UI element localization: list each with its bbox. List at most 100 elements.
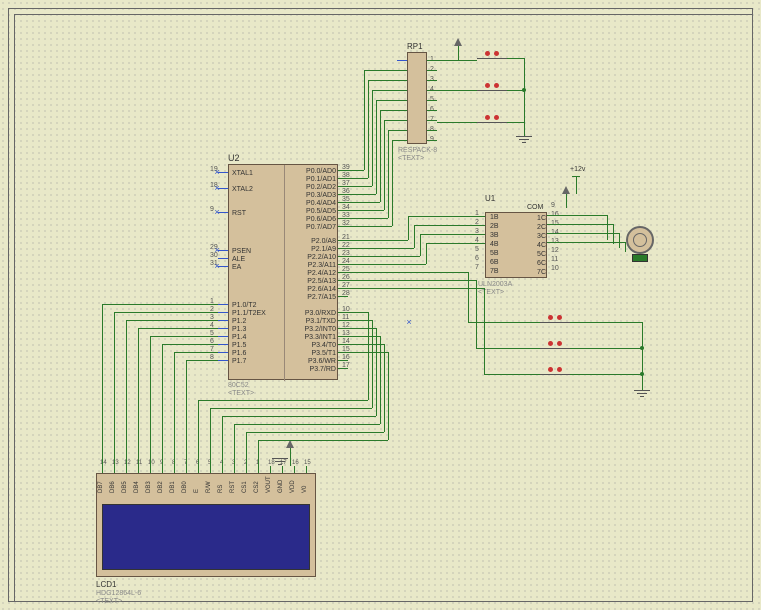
cross-rst: × (213, 208, 221, 216)
p1-v-4 (150, 336, 151, 466)
p0-h2-5 (384, 120, 407, 121)
rp1-stub-5 (427, 110, 437, 111)
gnd-top (516, 136, 532, 146)
u2-lpin-stub-10 (218, 336, 228, 337)
p3-h2-1 (210, 408, 372, 409)
u2-rb-stub-0 (338, 240, 348, 241)
u2-ra-name-0: P0.0/AD0 (296, 168, 336, 175)
u2-lpin-name-12: P1.6 (232, 350, 246, 357)
p3-v-4 (384, 344, 385, 432)
p0-h1-3 (348, 194, 376, 195)
u2-rb-stub-5 (338, 280, 348, 281)
p3-h-2 (348, 328, 376, 329)
p0-v-7 (392, 140, 393, 226)
u2-rb-name-0: P2.0/A8 (296, 238, 336, 245)
rp1-ref: RP1 (407, 42, 423, 51)
lcd-stub-5 (162, 466, 163, 473)
cross-txd: × (405, 318, 413, 326)
lcd-ref: LCD1 (96, 580, 116, 589)
u2-rb-name-3: P2.3/A11 (296, 262, 336, 269)
motor-rotor (633, 233, 647, 247)
p3-v-1 (372, 320, 373, 408)
u1-l-name-6: 7B (490, 268, 499, 275)
u2-rb-name-6: P2.6/A14 (296, 286, 336, 293)
p3-v2-5 (258, 440, 259, 466)
p0-h1-5 (348, 210, 384, 211)
u1-r-name-2: 2C (528, 224, 546, 231)
lcd-pin-3: DB4 (134, 473, 140, 493)
motor-h-3 (547, 242, 625, 243)
v12-label: +12v (570, 166, 585, 173)
u1-r-name-5: 5C (528, 251, 546, 258)
u1-text: <TEXT> (478, 289, 504, 296)
u2-rb-stub-3 (338, 264, 348, 265)
button-6[interactable] (540, 370, 570, 378)
lcd-pin-2: DB5 (122, 473, 128, 493)
p0-h1-0 (348, 170, 364, 171)
u2-ra-stub-6 (338, 218, 348, 219)
u2-rb-stub-6 (338, 288, 348, 289)
u2-rb-name-4: P2.4/A12 (296, 270, 336, 277)
p2-v-1 (414, 225, 415, 248)
u2-ra-stub-7 (338, 226, 348, 227)
lcd-stub-17 (306, 466, 307, 473)
u2-ra-name-7: P0.7/AD7 (296, 224, 336, 231)
lcd-num-4: 10 (148, 460, 155, 466)
p0-h1-6 (348, 218, 388, 219)
stepper-motor[interactable] (626, 226, 654, 254)
rp-btn-2 (437, 90, 477, 91)
p24-h-0 (348, 272, 468, 273)
p3-v2-1 (210, 408, 211, 466)
u2-rb-name-5: P2.5/A13 (296, 278, 336, 285)
lcd-stub-16 (294, 466, 295, 473)
p2-v-2 (420, 234, 421, 256)
p2-h1-1 (348, 248, 414, 249)
cross-ea: × (213, 262, 221, 270)
button-3[interactable] (477, 118, 507, 126)
p3-v2-2 (222, 416, 223, 466)
u2-rc-stub-0 (338, 312, 348, 313)
rp1-stub-3 (427, 90, 437, 91)
p3-v-2 (376, 328, 377, 416)
u1-r-name-4: 4C (528, 242, 546, 249)
u2-rc-name-6: P3.6/WR (296, 358, 336, 365)
lcd-pin-11: RST (230, 473, 236, 493)
p0-h2-0 (364, 70, 407, 71)
u1-l-num-6: 7 (475, 264, 479, 271)
button-4[interactable] (540, 318, 570, 326)
p0-v-3 (376, 100, 377, 194)
u1-r-name-7: 7C (528, 269, 546, 276)
p0-h1-4 (348, 202, 380, 203)
p1-v-5 (162, 344, 163, 466)
p1-h-2 (126, 320, 218, 321)
button-5[interactable] (540, 344, 570, 352)
u2-lpin-stub-7 (218, 312, 228, 313)
p3-h2-4 (246, 432, 384, 433)
p3-v2-3 (234, 424, 235, 466)
motor-v-1 (613, 224, 614, 244)
motor-h-2 (547, 233, 619, 234)
p3-h-1 (348, 320, 372, 321)
p0-v-6 (388, 130, 389, 218)
p24-h2-2 (484, 374, 540, 375)
p3-h-5 (348, 352, 388, 353)
u1-part: ULN2003A (478, 281, 512, 288)
p1-h-4 (150, 336, 218, 337)
p3-v-5 (388, 352, 389, 440)
u2-rc-name-7: P3.7/RD (296, 366, 336, 373)
lcd-num-0: 14 (100, 460, 107, 466)
u2-ra-name-4: P0.4/AD4 (296, 200, 336, 207)
u2-ra-name-6: P0.6/AD6 (296, 216, 336, 223)
u2-rc-stub-6 (338, 360, 348, 361)
rp-btn-3 (437, 122, 477, 123)
button-2[interactable] (477, 86, 507, 94)
lcd-stub-1 (114, 466, 115, 473)
u2-lpin-name-7: P1.1/T2EX (232, 310, 266, 317)
u2-rc-name-0: P3.0/RXD (296, 310, 336, 317)
p1-v-6 (174, 352, 175, 466)
button-1[interactable] (477, 54, 507, 62)
u2-text: <TEXT> (228, 390, 254, 397)
u2-lpin-name-5: EA (232, 264, 241, 271)
p24-h-2 (348, 288, 484, 289)
rp1-body[interactable] (407, 52, 427, 144)
